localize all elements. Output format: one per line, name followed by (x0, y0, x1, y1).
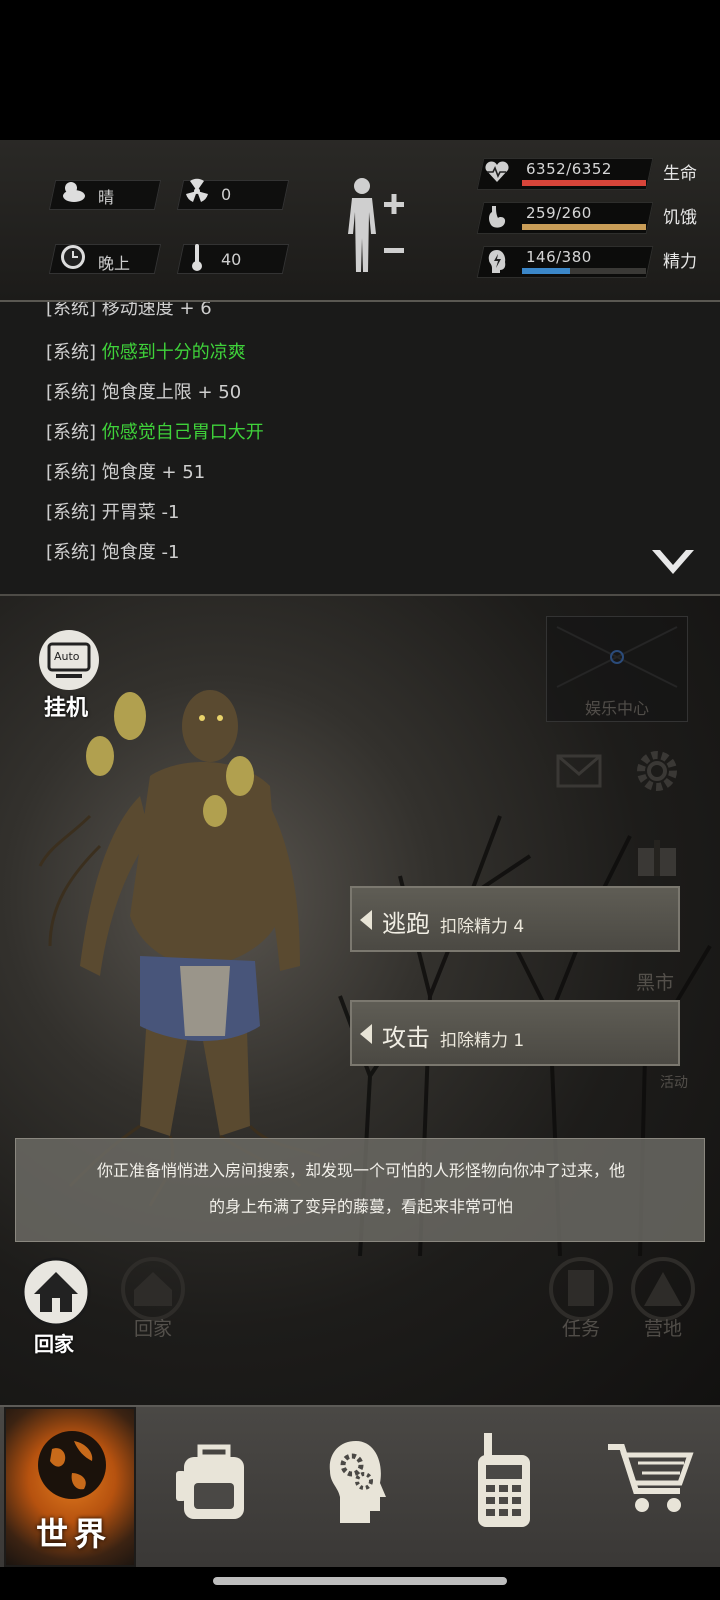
nav-tab-skills[interactable] (288, 1407, 432, 1567)
energy-label: 精力 (663, 252, 697, 272)
log-line: [系统] 开胃菜 -1 (46, 502, 180, 523)
status-panel: 晴 0 晚上 40 6352/6352 生命 259/260 饥饿 146/38… (0, 140, 720, 302)
attack-cost: 扣除精力 1 (440, 1031, 525, 1051)
walkie-talkie-icon (478, 1433, 530, 1527)
health-stat: 6352/6352 生命 (476, 154, 700, 190)
health-value: 6352/6352 (526, 160, 612, 178)
log-line: [系统] 移动速度 + 6 (46, 302, 212, 319)
home-indicator[interactable] (213, 1577, 507, 1585)
black-market-label[interactable]: 黑市 (636, 968, 674, 995)
body-status-icon[interactable] (344, 176, 412, 276)
radiation-icon (186, 178, 208, 202)
encounter-scene: 娱乐中心 黑市 活动 Auto 挂机 逃跑 扣除精力 4 攻击 扣除精力 1 回… (0, 596, 720, 1406)
hunger-bar-fill (522, 224, 646, 230)
bottom-navigation: 世界 (0, 1405, 720, 1567)
clock-icon (61, 245, 85, 269)
energy-bar (522, 268, 646, 274)
flee-button[interactable]: 逃跑 扣除精力 4 (350, 886, 680, 952)
radiation-value: 0 (221, 185, 232, 204)
entertainment-center-frame[interactable]: 娱乐中心 (546, 616, 688, 722)
task-label[interactable]: 任务 (562, 1314, 600, 1341)
health-label: 生命 (663, 164, 697, 184)
log-line: [系统] 你感到十分的凉爽 (46, 342, 246, 363)
temperature-value: 40 (221, 250, 242, 269)
energy-bar-fill (522, 268, 570, 274)
mail-icon[interactable] (556, 754, 602, 788)
settings-gear-icon[interactable] (634, 748, 680, 794)
thermometer-icon (192, 244, 202, 271)
log-line: [系统] 饱食度 + 51 (46, 462, 206, 483)
auto-badge: Auto (54, 650, 80, 663)
hunger-stat: 259/260 饥饿 (476, 198, 700, 234)
health-bar (522, 180, 646, 186)
weather-icon (63, 182, 85, 202)
log-line: [系统] 饱食度上限 + 50 (46, 382, 242, 403)
cart-icon (608, 1444, 694, 1512)
attack-button[interactable]: 攻击 扣除精力 1 (350, 1000, 680, 1066)
weather-value: 晴 (98, 188, 115, 207)
hunger-bar (522, 224, 646, 230)
message-log[interactable]: [系统] 移动速度 + 6 [系统] 你感到十分的凉爽 [系统] 饱食度上限 +… (0, 302, 720, 596)
attack-label: 攻击 (382, 1024, 430, 1052)
vine-monster (38, 690, 321, 1206)
energy-stat: 146/380 精力 (476, 242, 700, 278)
go-home-label: 回家 (34, 1332, 74, 1356)
story-text-box: 你正准备悄悄进入房间搜索，却发现一个可怕的人形怪物向你冲了过来，他 的身上布满了… (15, 1138, 705, 1242)
expand-log-chevron-icon[interactable] (650, 548, 696, 578)
camp-label[interactable]: 营地 (644, 1314, 682, 1341)
flee-label: 逃跑 (382, 910, 430, 938)
nav-tab-world[interactable]: 世界 (4, 1407, 136, 1567)
hunger-value: 259/260 (526, 204, 592, 222)
nav-tab-shop[interactable] (576, 1407, 720, 1567)
attack-arrow-icon (360, 1024, 372, 1044)
hunger-label: 饥饿 (663, 208, 697, 228)
entertainment-center-label: 娱乐中心 (585, 699, 650, 718)
brain-energy-icon (488, 250, 506, 273)
energy-value: 146/380 (526, 248, 592, 266)
nav-tab-backpack[interactable] (144, 1407, 288, 1567)
log-line: [系统] 你感觉自己胃口大开 (46, 422, 264, 443)
flee-cost: 扣除精力 4 (440, 917, 525, 937)
heart-icon (485, 161, 509, 182)
home-icon (21, 1257, 91, 1327)
flee-arrow-icon (360, 910, 372, 930)
entertainment-center-icon (556, 626, 678, 688)
story-line-2: 的身上布满了变异的藤蔓，看起来非常可怕 (208, 1197, 513, 1216)
head-gears-icon (329, 1441, 386, 1523)
task-icon[interactable] (548, 1256, 614, 1322)
event-label[interactable]: 活动 (660, 1072, 688, 1092)
go-home-button[interactable]: 回家 (20, 1256, 92, 1356)
backpack-icon (176, 1444, 244, 1519)
story-line-1: 你正准备悄悄进入房间搜索，却发现一个可怕的人形怪物向你冲了过来，他 (96, 1161, 625, 1180)
time-value: 晚上 (98, 254, 131, 273)
gift-icon[interactable] (634, 832, 680, 878)
camp-icon[interactable] (630, 1256, 696, 1322)
health-bar-fill (522, 180, 646, 186)
faint-home-label: 回家 (134, 1318, 173, 1340)
stomach-icon (489, 206, 506, 228)
log-line: [系统] 饱食度 -1 (46, 542, 180, 563)
faint-home-icon[interactable] (120, 1256, 186, 1322)
nav-world-label: 世界 (36, 1515, 113, 1553)
nav-tab-radio[interactable] (432, 1407, 576, 1567)
globe-icon (38, 1431, 106, 1499)
